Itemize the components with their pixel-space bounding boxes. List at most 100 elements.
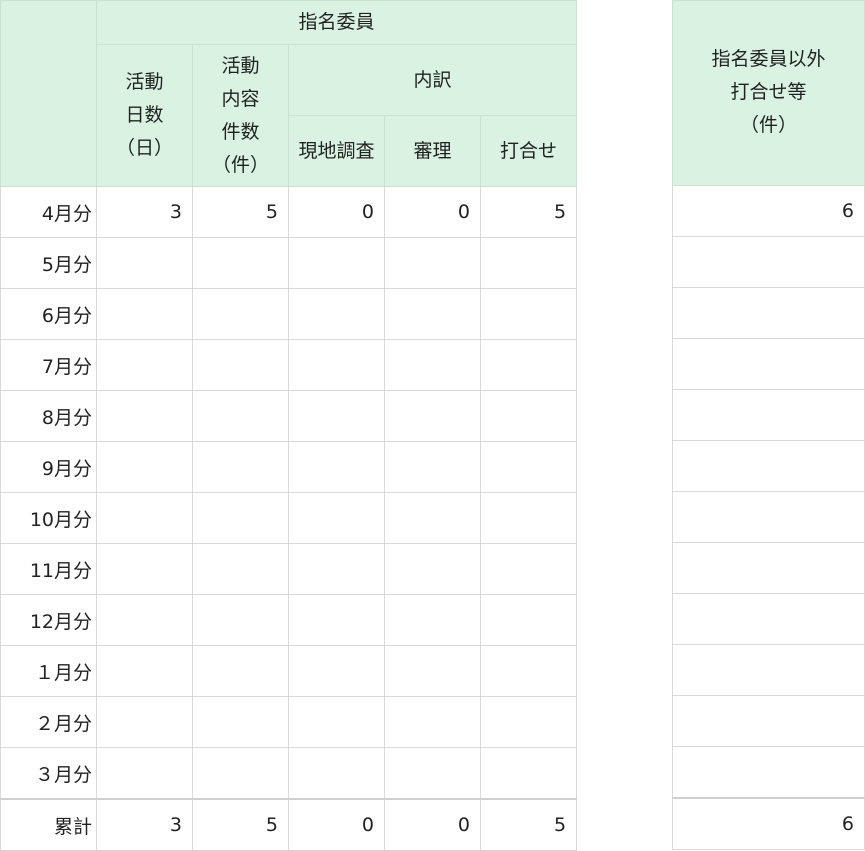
cell-review bbox=[384, 594, 481, 646]
month-label: 4月分 bbox=[0, 186, 97, 238]
cell-meeting bbox=[479, 696, 578, 748]
cell-days bbox=[96, 390, 193, 442]
cell-other bbox=[672, 491, 865, 543]
activity-table: 指名委員 活動 日数 （日） 活動 内容 件数 （件） 内訳 現地調査 審理 打… bbox=[0, 0, 578, 851]
cell-other: 6 bbox=[672, 185, 865, 237]
month-label: 11月分 bbox=[0, 543, 97, 595]
cell-count bbox=[192, 747, 289, 800]
cell-meeting: 5 bbox=[479, 798, 578, 851]
cell-count: 5 bbox=[192, 798, 289, 851]
cell-days bbox=[96, 288, 193, 340]
header-meeting: 打合せ bbox=[479, 115, 578, 187]
cell-review: 0 bbox=[384, 798, 481, 851]
cell-meeting bbox=[479, 441, 578, 493]
cell-other: 6 bbox=[672, 797, 865, 850]
cell-site bbox=[288, 237, 385, 289]
table-row: 9月分 bbox=[0, 441, 578, 493]
month-label: 7月分 bbox=[0, 339, 97, 391]
cell-site bbox=[288, 645, 385, 697]
table-row bbox=[672, 236, 865, 288]
cell-review bbox=[384, 492, 481, 544]
cell-meeting bbox=[479, 492, 578, 544]
cell-site bbox=[288, 492, 385, 544]
header-designated-members: 指名委員 bbox=[95, 0, 578, 45]
cell-meeting bbox=[479, 390, 578, 442]
table-row bbox=[672, 695, 865, 747]
cell-site bbox=[288, 747, 385, 800]
cell-meeting bbox=[479, 543, 578, 595]
cell-site bbox=[288, 390, 385, 442]
cell-days bbox=[96, 237, 193, 289]
table-row bbox=[672, 746, 865, 799]
cell-other bbox=[672, 593, 865, 645]
header-activity-days: 活動 日数 （日） bbox=[96, 44, 193, 187]
cell-other bbox=[672, 389, 865, 441]
side-table-body: 66 bbox=[672, 185, 865, 850]
total-row: 累計 3 5 0 0 5 bbox=[0, 798, 578, 851]
cell-days bbox=[96, 645, 193, 697]
cell-review bbox=[384, 441, 481, 493]
table-row bbox=[672, 389, 865, 441]
cell-other bbox=[672, 542, 865, 594]
month-label: 10月分 bbox=[0, 492, 97, 544]
cell-review bbox=[384, 339, 481, 391]
table-row: 12月分 bbox=[0, 594, 578, 646]
cell-count bbox=[192, 390, 289, 442]
cell-meeting: 5 bbox=[479, 186, 578, 238]
table-row bbox=[672, 593, 865, 645]
cell-meeting bbox=[479, 237, 578, 289]
cell-site bbox=[288, 696, 385, 748]
table-row bbox=[672, 440, 865, 492]
header-breakdown: 内訳 bbox=[287, 44, 578, 116]
cell-other bbox=[672, 644, 865, 696]
header-site-survey: 現地調査 bbox=[288, 115, 385, 187]
month-label: 9月分 bbox=[0, 441, 97, 493]
cell-review bbox=[384, 288, 481, 340]
cell-review bbox=[384, 543, 481, 595]
other-meetings-table: 指名委員以外 打合せ等 （件） 66 bbox=[672, 0, 865, 850]
cell-other bbox=[672, 440, 865, 492]
table-row: １月分 bbox=[0, 645, 578, 697]
table-row bbox=[672, 491, 865, 543]
cell-other bbox=[672, 695, 865, 747]
cell-days bbox=[96, 543, 193, 595]
month-label: ２月分 bbox=[0, 696, 97, 748]
header-review: 審理 bbox=[384, 115, 481, 187]
cell-days bbox=[96, 492, 193, 544]
cell-count bbox=[192, 594, 289, 646]
cell-days bbox=[96, 339, 193, 391]
month-label: 8月分 bbox=[0, 390, 97, 442]
cell-other bbox=[672, 746, 865, 799]
cell-meeting bbox=[479, 288, 578, 340]
cell-site bbox=[288, 288, 385, 340]
cell-days: 3 bbox=[96, 186, 193, 238]
cell-review: 0 bbox=[384, 186, 481, 238]
cell-meeting bbox=[479, 747, 578, 800]
cell-meeting bbox=[479, 645, 578, 697]
cell-site: 0 bbox=[288, 186, 385, 238]
table-row: 4月分 3 5 0 0 5 bbox=[0, 186, 578, 238]
cell-count bbox=[192, 492, 289, 544]
cell-meeting bbox=[479, 594, 578, 646]
cell-site bbox=[288, 441, 385, 493]
table-row bbox=[672, 542, 865, 594]
table-row: 6 bbox=[672, 185, 865, 237]
cell-site: 0 bbox=[288, 798, 385, 851]
table-row bbox=[672, 338, 865, 390]
cell-site bbox=[288, 543, 385, 595]
table-row: 6月分 bbox=[0, 288, 578, 340]
table-row: 7月分 bbox=[0, 339, 578, 391]
month-label: ３月分 bbox=[0, 747, 97, 800]
cell-review bbox=[384, 645, 481, 697]
cell-days: 3 bbox=[96, 798, 193, 851]
total-row: 6 bbox=[672, 797, 865, 850]
cell-count bbox=[192, 288, 289, 340]
table-row bbox=[672, 644, 865, 696]
cell-days bbox=[96, 747, 193, 800]
cell-count bbox=[192, 543, 289, 595]
table-row: 5月分 bbox=[0, 237, 578, 289]
month-label: 6月分 bbox=[0, 288, 97, 340]
cell-count bbox=[192, 237, 289, 289]
table-row: ３月分 bbox=[0, 747, 578, 800]
month-label: 12月分 bbox=[0, 594, 97, 646]
